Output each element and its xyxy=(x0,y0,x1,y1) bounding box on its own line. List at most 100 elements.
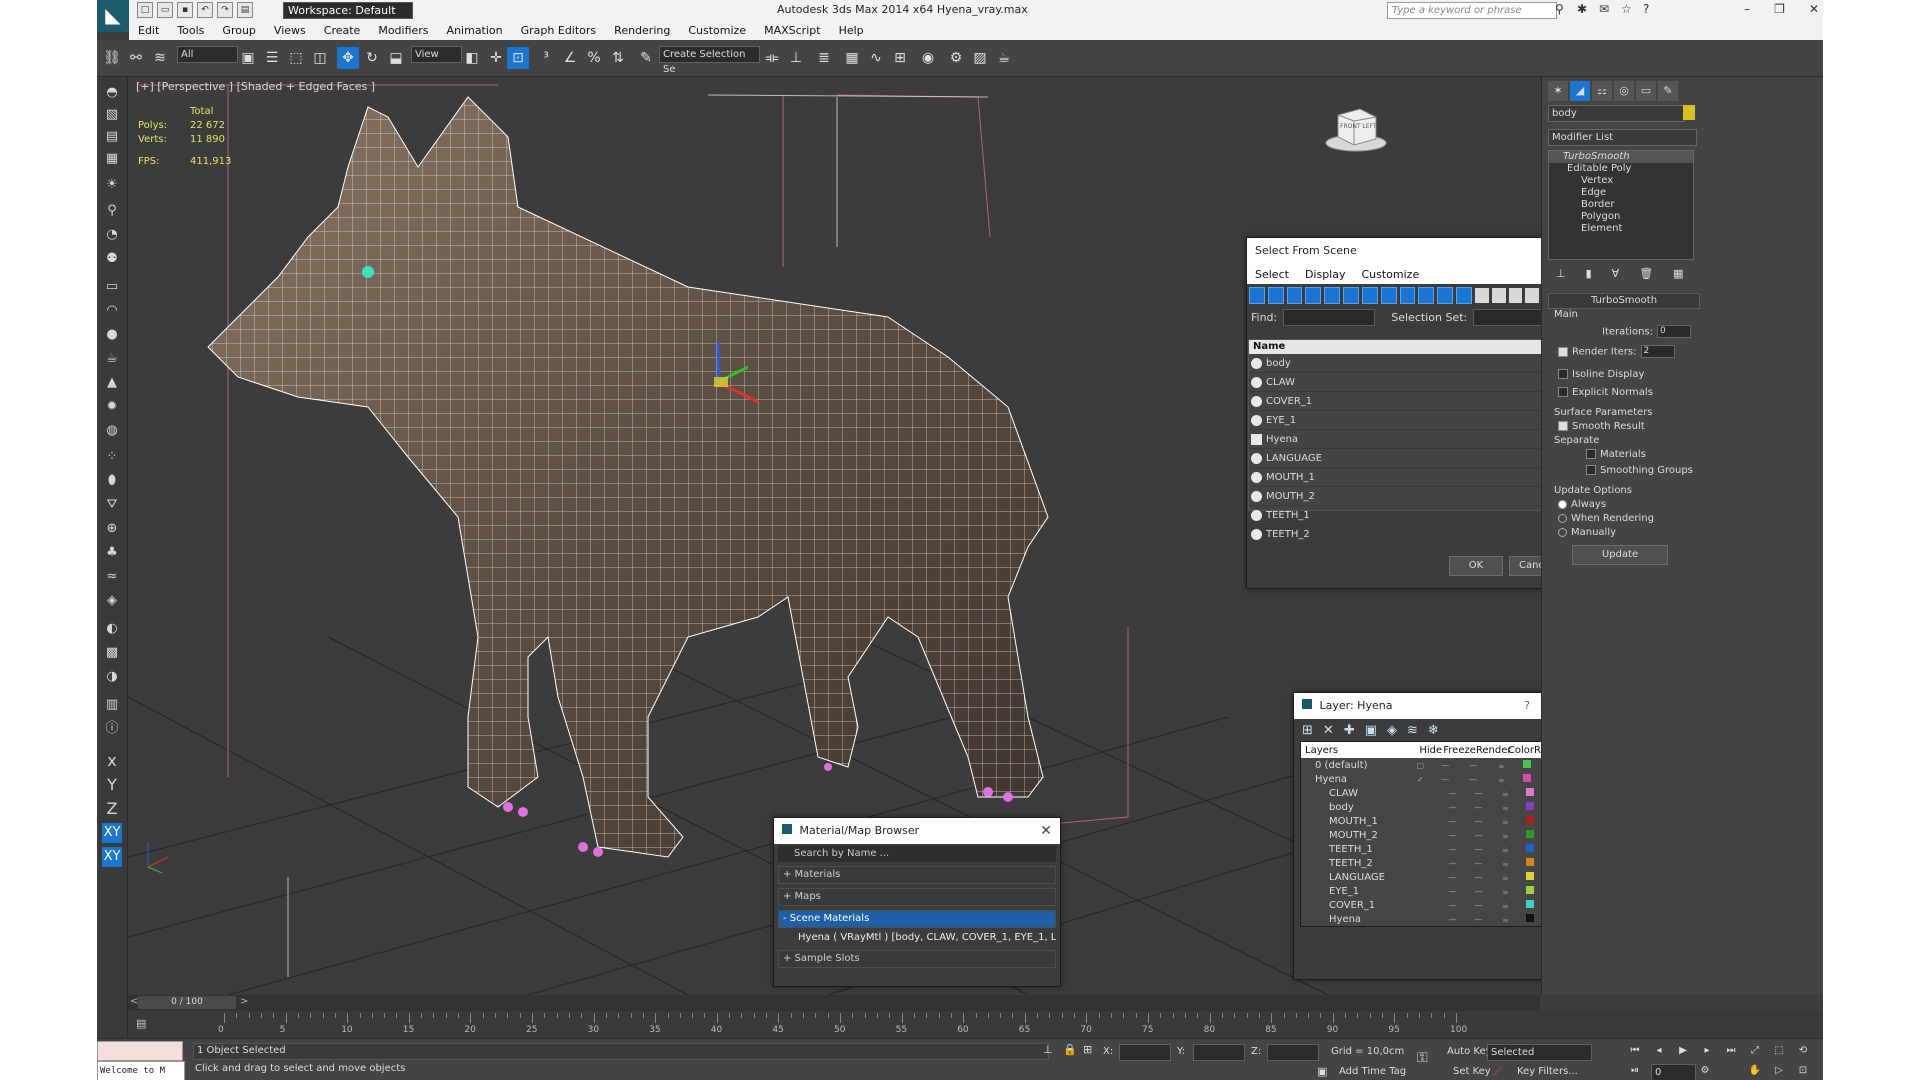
isolate-icon[interactable]: ⊥ xyxy=(1043,1043,1053,1056)
rendered-frame-window-icon[interactable]: ▨ xyxy=(969,47,991,69)
schematic-view-icon[interactable]: ⊞ xyxy=(889,47,911,69)
window-crossing-icon[interactable]: ◫ xyxy=(309,47,331,69)
current-frame-field[interactable]: 0 xyxy=(1651,1064,1696,1080)
material-editor-icon[interactable]: ◉ xyxy=(917,47,939,69)
materials-checkbox[interactable] xyxy=(1586,449,1596,459)
minimize-icon[interactable]: – xyxy=(1744,2,1750,16)
motion-tab-icon[interactable]: ◎ xyxy=(1614,81,1634,101)
select-in-layer-icon[interactable]: ▣ xyxy=(1365,723,1377,738)
hide-toggle[interactable]: — xyxy=(1440,789,1465,798)
materials-group[interactable]: + Materials xyxy=(778,866,1056,884)
cone-icon[interactable]: ▲ xyxy=(102,373,122,393)
close-icon[interactable]: ✕ xyxy=(1809,2,1819,16)
frame-icon[interactable]: ▥ xyxy=(102,695,122,715)
render-toggle-icon[interactable]: ☕ xyxy=(1492,859,1518,868)
next-frame-button-icon[interactable]: ▸ xyxy=(1699,1043,1715,1059)
project-folder-icon[interactable]: ▤ xyxy=(237,2,253,18)
sphere-icon[interactable]: ● xyxy=(102,325,122,345)
env-icon[interactable]: ◑ xyxy=(102,667,122,687)
freeze-toggle[interactable]: — xyxy=(1465,831,1493,840)
constrain-xy-cycle-button[interactable]: XY xyxy=(102,847,122,867)
plant-icon[interactable]: ♣ xyxy=(102,543,122,563)
list-item[interactable]: LANGUAGE xyxy=(1249,449,1571,468)
mini-curve-editor-icon[interactable]: ▤ xyxy=(136,1017,146,1030)
constrain-z-button[interactable]: z xyxy=(102,799,122,819)
menu-group[interactable]: Group xyxy=(213,24,265,37)
render-iters-spinner[interactable]: 2 xyxy=(1640,345,1675,358)
filter-cameras-icon[interactable] xyxy=(1305,286,1322,304)
filter-shapes-icon[interactable] xyxy=(1267,286,1284,304)
select-object-icon[interactable]: ▣ xyxy=(237,47,259,69)
hide-toggle[interactable]: — xyxy=(1440,915,1465,924)
filter-helpers-icon[interactable] xyxy=(1324,286,1341,304)
favorites-star-icon[interactable]: ☆ xyxy=(1621,2,1635,16)
sample-slots-group[interactable]: + Sample Slots xyxy=(778,950,1056,968)
menu-views[interactable]: Views xyxy=(265,24,315,37)
new-file-icon[interactable]: □ xyxy=(137,2,153,18)
layer-color-swatch[interactable] xyxy=(1518,844,1541,854)
modify-tab-icon[interactable]: ◢ xyxy=(1570,81,1590,101)
absolute-mode-icon[interactable]: ⊞ xyxy=(1083,1043,1092,1056)
angle-snap-icon[interactable]: ∠ xyxy=(559,47,581,69)
stack-item-element[interactable]: Element xyxy=(1549,223,1693,235)
select-and-rotate-icon[interactable]: ↻ xyxy=(361,47,383,69)
box-icon[interactable]: ▭ xyxy=(102,277,122,297)
redo-icon[interactable]: ↷ xyxy=(217,2,233,18)
filter-hidden-icon[interactable] xyxy=(1456,286,1472,304)
display-children-icon[interactable] xyxy=(1525,287,1540,303)
close-icon[interactable]: ✕ xyxy=(1038,818,1054,844)
make-unique-icon[interactable]: ∀ xyxy=(1612,267,1620,280)
sfs-menu-customize[interactable]: Customize xyxy=(1353,268,1427,281)
filter-lights-icon[interactable] xyxy=(1286,286,1303,304)
list-item[interactable]: EYE_1 xyxy=(1249,411,1571,430)
layer-row[interactable]: body——☕⚗ xyxy=(1301,800,1574,814)
col-hide[interactable]: Hide xyxy=(1418,745,1443,756)
freeze-toggle[interactable]: — xyxy=(1465,915,1493,924)
hide-toggle[interactable]: — xyxy=(1440,803,1465,812)
col-color[interactable]: Color xyxy=(1508,745,1534,756)
layer-color-swatch[interactable] xyxy=(1518,816,1541,826)
filter-groups-icon[interactable] xyxy=(1361,286,1378,304)
freeze-toggle[interactable]: — xyxy=(1465,873,1493,882)
viewport-label[interactable]: [+] [Perspective ] [Shaded + Edged Faces… xyxy=(136,80,375,93)
z-coordinate-field[interactable] xyxy=(1267,1044,1319,1061)
time-config-icon[interactable]: ⚙ xyxy=(1697,1063,1713,1079)
add-time-tag-button[interactable]: Add Time Tag xyxy=(1339,1066,1406,1077)
layer-color-swatch[interactable] xyxy=(1518,914,1541,924)
maxscript-listener-input[interactable] xyxy=(97,1041,183,1061)
named-selection-dropdown[interactable]: Create Selection Se xyxy=(659,46,760,75)
hide-toggle[interactable]: — xyxy=(1440,817,1465,826)
material-search-input[interactable]: Search by Name ... xyxy=(778,846,1056,862)
freeze-toggle[interactable]: — xyxy=(1465,817,1493,826)
scene-materials-group[interactable]: - Scene Materials xyxy=(778,910,1056,928)
orbit-icon[interactable]: ⟲ xyxy=(1795,1043,1811,1059)
render-toggle-icon[interactable]: ☕ xyxy=(1492,873,1518,882)
filter-spacewarps-icon[interactable] xyxy=(1343,286,1359,304)
menu-graph-editors[interactable]: Graph Editors xyxy=(512,24,606,37)
reference-coordinate-dropdown[interactable]: View xyxy=(411,46,462,63)
manually-radio[interactable] xyxy=(1558,527,1567,537)
camera-icon[interactable]: ⛛ xyxy=(102,495,122,515)
freeze-toggle[interactable]: — xyxy=(1465,803,1493,812)
binoculars-icon[interactable]: ⚲ xyxy=(1555,2,1569,16)
maps-group[interactable]: + Maps xyxy=(778,888,1056,906)
space-warp-icon[interactable]: ◔ xyxy=(102,225,122,245)
hide-toggle[interactable]: — xyxy=(1432,761,1458,770)
communication-icon[interactable]: ✉ xyxy=(1599,2,1613,16)
mirror-icon[interactable]: ⟚ xyxy=(761,47,783,69)
x-coordinate-field[interactable] xyxy=(1119,1044,1171,1061)
zoom-region-icon[interactable]: ⬚ xyxy=(1771,1043,1787,1059)
layer-row[interactable]: TEETH_1——☕⚗ xyxy=(1301,842,1574,856)
render-toggle-icon[interactable]: ☕ xyxy=(1492,803,1518,812)
filter-frozen-icon[interactable] xyxy=(1437,286,1454,304)
menu-rendering[interactable]: Rendering xyxy=(605,24,679,37)
key-icon[interactable]: ⟋ xyxy=(1493,1065,1501,1080)
render-toggle-icon[interactable]: ☕ xyxy=(1492,887,1518,896)
layer-row[interactable]: EYE_1——☕⚗ xyxy=(1301,884,1574,898)
texture-icon[interactable]: ▩ xyxy=(102,643,122,663)
render-toggle-icon[interactable]: ☕ xyxy=(1492,817,1518,826)
create-tab-icon[interactable]: ✶ xyxy=(1548,81,1568,101)
iterations-spinner[interactable]: 0 xyxy=(1657,325,1691,338)
configure-sets-icon[interactable]: ▦ xyxy=(1673,267,1683,280)
time-slider[interactable]: 0 / 100 xyxy=(138,996,236,1009)
